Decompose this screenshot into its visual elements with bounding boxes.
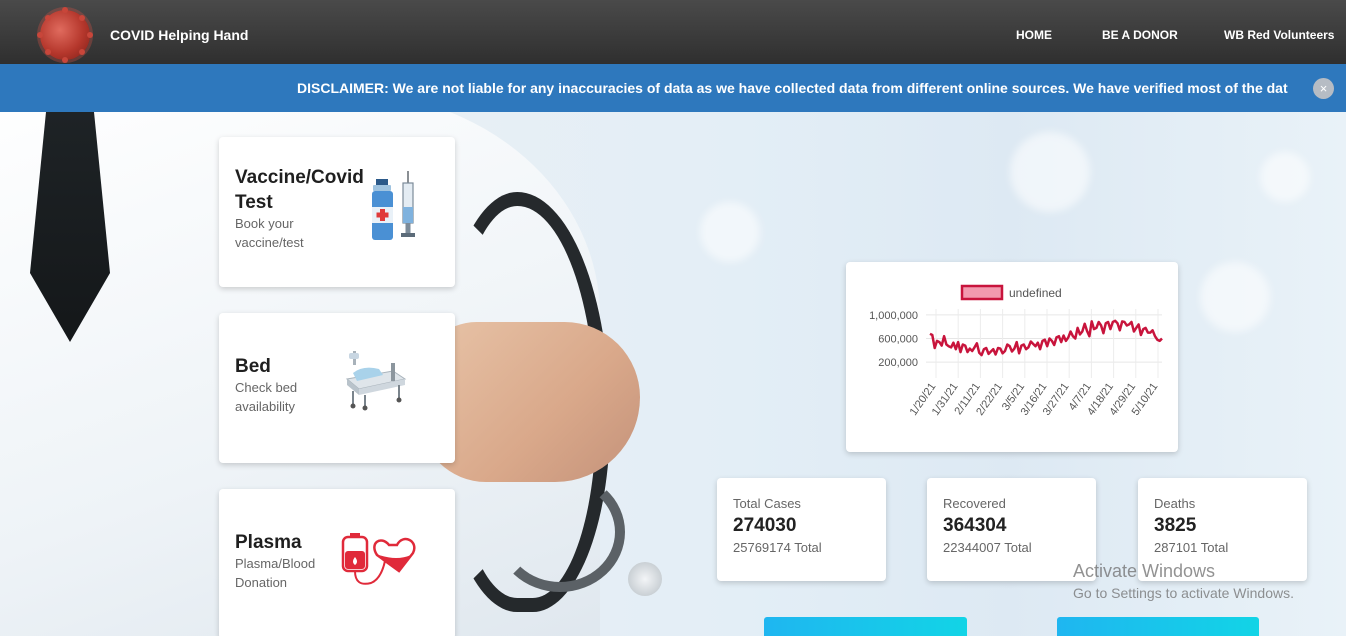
stat-card-total-cases: Total Cases 274030 25769174 Total <box>717 478 886 581</box>
hospital-bed-icon <box>345 351 407 411</box>
legend-label: undefined <box>1009 286 1062 300</box>
service-card-bed[interactable]: Bed Check bed availability <box>219 313 455 463</box>
card-title: Vaccine/Covid Test <box>235 167 364 213</box>
vaccine-syringe-icon <box>372 171 415 240</box>
virus-logo-icon[interactable] <box>37 7 93 63</box>
top-navbar: COVID Helping Hand HOME BE A DONOR WB Re… <box>0 0 1346 64</box>
legend-swatch <box>960 284 1004 301</box>
blood-bag-heart-icon <box>341 533 416 585</box>
covid-trend-line-chart: undefined 1,000,000600,000200,000 1/20/2… <box>869 284 1163 418</box>
card-subtitle: Check bed availability <box>235 380 298 414</box>
activate-windows-title: Activate Windows <box>1073 561 1216 581</box>
stat-label: Deaths <box>1154 496 1196 511</box>
stat-total: 287101 Total <box>1154 540 1229 555</box>
brand-title[interactable]: COVID Helping Hand <box>110 27 248 43</box>
nav-wb-red-volunteers-link[interactable]: WB Red Volunteers <box>1224 28 1334 42</box>
y-tick-label: 600,000 <box>878 334 918 346</box>
service-card-vaccine[interactable]: Vaccine/Covid Test Book your vaccine/tes… <box>219 137 455 287</box>
series-line <box>929 319 1163 357</box>
stat-label: Total Cases <box>733 496 801 511</box>
service-card-plasma[interactable]: Plasma Plasma/Blood Donation <box>219 489 455 636</box>
stat-value: 364304 <box>943 515 1007 536</box>
disclaimer-banner: DISCLAIMER: We are not liable for any in… <box>0 64 1346 112</box>
activate-windows-subtitle: Go to Settings to activate Windows. <box>1073 585 1294 601</box>
y-tick-label: 1,000,000 <box>869 310 918 322</box>
disclaimer-text: DISCLAIMER: We are not liable for any in… <box>297 80 1288 96</box>
nav-be-a-donor-link[interactable]: BE A DONOR <box>1102 28 1178 42</box>
stat-total: 22344007 Total <box>943 540 1032 555</box>
action-button-right[interactable] <box>1057 617 1259 636</box>
y-tick-label: 200,000 <box>878 357 918 369</box>
stat-value: 274030 <box>733 515 797 536</box>
disclaimer-close-button[interactable]: × <box>1313 78 1334 99</box>
stat-value: 3825 <box>1154 515 1197 536</box>
card-subtitle: Plasma/Blood Donation <box>235 556 316 590</box>
stat-label: Recovered <box>943 496 1006 511</box>
nav-home-link[interactable]: HOME <box>1016 28 1052 42</box>
stat-card-recovered: Recovered 364304 22344007 Total <box>927 478 1096 581</box>
card-subtitle: Book your vaccine/test <box>235 216 304 250</box>
card-title: Plasma <box>235 532 302 553</box>
action-button-left[interactable] <box>764 617 967 636</box>
stat-total: 25769174 Total <box>733 540 822 555</box>
covid-trend-chart-card: undefined 1,000,000 600,000 200,000 1/20/2… <box>846 262 1178 452</box>
card-title: Bed <box>235 356 271 377</box>
